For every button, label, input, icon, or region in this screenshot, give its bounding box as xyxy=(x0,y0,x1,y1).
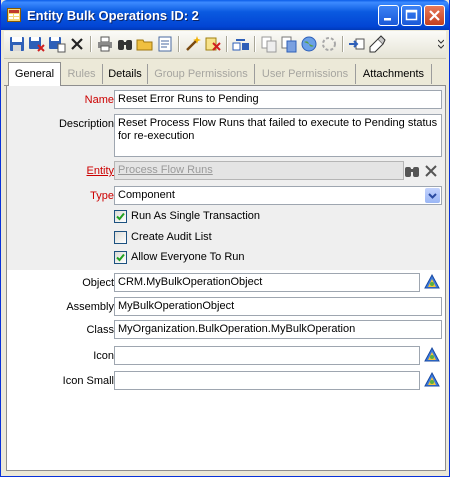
tab-attachments[interactable]: Attachments xyxy=(356,64,432,84)
tab-user-permissions[interactable]: User Permissions xyxy=(255,64,356,84)
description-label: Description xyxy=(58,118,114,130)
run-single-transaction-label: Run As Single Transaction xyxy=(131,210,261,222)
assembly-input[interactable]: MyBulkOperationObject xyxy=(114,297,442,316)
object-label: Object xyxy=(82,277,114,289)
clear-entity-icon[interactable] xyxy=(423,163,439,179)
print-button[interactable] xyxy=(96,35,114,53)
icon-small-input[interactable] xyxy=(114,371,420,390)
entity-link[interactable]: Entity xyxy=(86,165,114,177)
toolbar-separator xyxy=(90,36,91,52)
refresh-button[interactable] xyxy=(320,35,338,53)
allow-everyone-label: Allow Everyone To Run xyxy=(131,251,245,263)
maximize-icon xyxy=(405,9,418,21)
checkbox-box[interactable] xyxy=(114,210,127,223)
go-to-icon xyxy=(349,38,365,50)
move-button[interactable] xyxy=(232,35,250,53)
tab-general[interactable]: General xyxy=(8,62,61,86)
icon-input[interactable] xyxy=(114,346,420,365)
maximize-button[interactable] xyxy=(401,5,422,26)
type-selected-value: Component xyxy=(118,189,175,201)
globe-button[interactable] xyxy=(300,35,318,53)
toolbar-overflow-icon[interactable] xyxy=(438,36,444,52)
toolbar xyxy=(4,31,446,59)
minimize-icon xyxy=(384,18,391,21)
checkmark-icon xyxy=(116,253,125,262)
delete-icon xyxy=(71,38,83,50)
find-button[interactable] xyxy=(116,35,134,53)
go-to-button[interactable] xyxy=(348,35,366,53)
checkmark-icon xyxy=(116,212,125,221)
entity-bulk-operations-window: Entity Bulk Operations ID: 2 General Rul… xyxy=(0,0,450,477)
notes-icon xyxy=(369,35,386,53)
tab-group-permissions[interactable]: Group Permissions xyxy=(148,64,255,84)
entity-field[interactable]: Process Flow Runs xyxy=(114,161,404,180)
toolbar-separator xyxy=(226,36,227,52)
object-input[interactable]: CRM.MyBulkOperationObject xyxy=(114,273,420,292)
save-new-button[interactable] xyxy=(48,35,66,53)
notes-button[interactable] xyxy=(368,35,386,53)
name-input[interactable]: Reset Error Runs to Pending xyxy=(114,90,442,109)
name-label: Name xyxy=(84,94,114,106)
toolbar-separator xyxy=(342,36,343,52)
type-dropdown-button[interactable] xyxy=(425,188,440,203)
properties-button[interactable] xyxy=(156,35,174,53)
move-icon xyxy=(232,39,249,51)
title-bar[interactable]: Entity Bulk Operations ID: 2 xyxy=(1,0,449,30)
icon-small-label: Icon Small xyxy=(62,375,114,387)
copy-to-button[interactable] xyxy=(280,35,298,53)
toolbar-separator xyxy=(254,36,255,52)
open-folder-icon xyxy=(136,39,153,51)
close-icon xyxy=(429,10,440,21)
browse-icon-icon[interactable] xyxy=(423,346,441,364)
save-icon xyxy=(10,37,24,51)
properties-icon xyxy=(158,36,172,52)
description-textarea[interactable]: Reset Process Flow Runs that failed to e… xyxy=(114,114,442,157)
clear-icon xyxy=(205,37,221,51)
tab-strip: General Rules Details Group Permissions … xyxy=(4,62,446,86)
type-label: Type xyxy=(90,190,114,202)
general-tab-panel: Name Reset Error Runs to Pending Descrip… xyxy=(6,86,446,471)
print-icon xyxy=(98,36,112,52)
save-button[interactable] xyxy=(8,35,26,53)
tab-rules[interactable]: Rules xyxy=(61,64,103,84)
create-audit-list-label: Create Audit List xyxy=(131,231,212,243)
copy-icon xyxy=(261,36,277,53)
chevron-down-icon xyxy=(428,193,437,199)
clear-button[interactable] xyxy=(204,35,222,53)
type-dropdown[interactable]: Component xyxy=(114,186,442,205)
checkbox-box[interactable] xyxy=(114,251,127,264)
wizard-icon xyxy=(186,36,201,51)
save-close-button[interactable] xyxy=(28,35,46,53)
minimize-button[interactable] xyxy=(378,5,399,26)
app-icon xyxy=(7,8,21,22)
open-folder-button[interactable] xyxy=(136,35,154,53)
save-close-icon xyxy=(29,37,45,52)
checkbox-box[interactable] xyxy=(114,231,127,244)
assembly-label: Assembly xyxy=(66,301,114,313)
copy-button[interactable] xyxy=(260,35,278,53)
browse-icon-small-icon[interactable] xyxy=(423,371,441,389)
close-button[interactable] xyxy=(424,5,445,26)
globe-icon xyxy=(301,36,317,52)
copy-to-icon xyxy=(281,36,297,53)
class-label: Class xyxy=(86,324,114,336)
find-icon xyxy=(118,40,132,50)
toolbar-separator xyxy=(178,36,179,52)
wizard-button[interactable] xyxy=(184,35,202,53)
class-input[interactable]: MyOrganization.BulkOperation.MyBulkOpera… xyxy=(114,320,442,339)
icon-label: Icon xyxy=(93,350,114,362)
browse-object-icon[interactable] xyxy=(423,273,441,291)
window-title: Entity Bulk Operations ID: 2 xyxy=(27,8,199,23)
refresh-icon xyxy=(322,37,336,51)
delete-button[interactable] xyxy=(68,35,86,53)
tab-details[interactable]: Details xyxy=(103,64,148,84)
save-new-icon xyxy=(49,37,66,53)
binoculars-icon[interactable] xyxy=(404,163,420,179)
